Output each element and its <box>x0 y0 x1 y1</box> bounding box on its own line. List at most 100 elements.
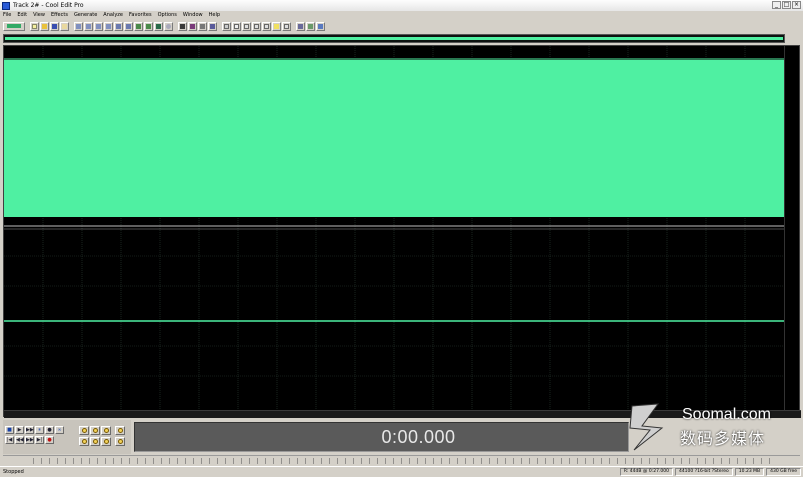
save-icon <box>52 23 57 29</box>
snap-button[interactable] <box>282 21 291 31</box>
watermark: Soomal.com 数码多媒体 <box>628 400 800 456</box>
menu-view[interactable]: View <box>33 12 45 18</box>
waveform-view-button[interactable] <box>178 21 187 31</box>
overview-range[interactable] <box>5 37 783 40</box>
copy-button[interactable] <box>84 21 93 31</box>
play-button[interactable]: ▶ <box>15 426 24 434</box>
new-file-button[interactable] <box>30 21 39 31</box>
zoom-selection-button[interactable] <box>101 437 111 446</box>
file-icon <box>62 23 67 29</box>
scrub-icon <box>254 23 259 29</box>
menu-edit[interactable]: Edit <box>17 12 27 18</box>
redo-button[interactable] <box>144 21 153 31</box>
menu-generate[interactable]: Generate <box>74 12 97 18</box>
menu-analyze[interactable]: Analyze <box>103 12 123 18</box>
marker-icon <box>264 23 269 29</box>
ibeam-icon <box>234 23 239 29</box>
time-display-panel: 0:00.000 <box>134 422 629 452</box>
cue-button[interactable] <box>272 21 281 31</box>
envelope-icon <box>298 23 303 29</box>
status-fields: R: 44dB @ 0:27.000 44100 ?16-bit ?Stereo… <box>619 468 801 476</box>
zoom-out-horizontal-button[interactable] <box>90 426 100 435</box>
fast-forward-button[interactable]: ▶▶ <box>25 436 34 444</box>
zoom-right-button[interactable] <box>115 437 125 446</box>
repeat-button[interactable] <box>154 21 163 31</box>
paste-button[interactable] <box>94 21 103 31</box>
save-file-button[interactable] <box>50 21 59 31</box>
play-to-end-button[interactable]: ▶▶ <box>25 426 34 434</box>
status-free-space: 430 GB free <box>766 468 801 476</box>
waveform-canvas[interactable] <box>4 46 786 410</box>
close-file-button[interactable] <box>60 21 69 31</box>
hybrid-tool-button[interactable] <box>222 21 231 31</box>
marker-button[interactable] <box>262 21 271 31</box>
snap-icon <box>284 23 289 29</box>
overview-bar[interactable] <box>3 34 785 43</box>
zoom-right-icon <box>118 439 123 444</box>
loop-button[interactable]: ∞ <box>55 426 64 434</box>
minimize-button[interactable]: _ <box>772 1 781 9</box>
level-meter-ticks <box>33 458 770 464</box>
zoom-in-horizontal-button[interactable] <box>79 426 89 435</box>
cursor-icon <box>224 23 229 29</box>
menu-bar: File Edit View Effects Generate Analyze … <box>0 11 803 19</box>
cd-icon <box>166 23 171 29</box>
window-controls: _ □ × <box>772 1 801 9</box>
zoom-in-vertical-icon <box>82 439 87 444</box>
zoom-out-vertical-button[interactable] <box>90 437 100 446</box>
spectral-icon <box>190 23 195 29</box>
open-file-button[interactable] <box>40 21 49 31</box>
cut-button[interactable] <box>74 21 83 31</box>
info-button[interactable] <box>208 21 217 31</box>
go-to-end-button[interactable]: ▶| <box>35 436 44 444</box>
zoom-out-vertical-icon <box>93 439 98 444</box>
status-format: 44100 ?16-bit ?Stereo <box>674 468 733 476</box>
menu-options[interactable]: Options <box>158 12 177 18</box>
help-button[interactable] <box>316 21 325 31</box>
spectral-view-button[interactable] <box>188 21 197 31</box>
zoom-in-icon <box>82 428 87 433</box>
waveform-display[interactable] <box>3 45 801 418</box>
cd-button[interactable] <box>164 21 173 31</box>
folder-icon <box>42 23 47 29</box>
settings-button[interactable] <box>198 21 207 31</box>
move-tool-button[interactable] <box>242 21 251 31</box>
undo-button[interactable] <box>134 21 143 31</box>
menu-file[interactable]: File <box>3 12 11 18</box>
zoom-in-vertical-button[interactable] <box>79 437 89 446</box>
menu-effects[interactable]: Effects <box>51 12 68 18</box>
status-cursor-level: R: 44dB @ 0:27.000 <box>619 468 673 476</box>
delete-button[interactable] <box>124 21 133 31</box>
maximize-button[interactable]: □ <box>782 1 791 9</box>
menu-help[interactable]: Help <box>209 12 220 18</box>
cut-icon <box>76 23 81 29</box>
close-button[interactable]: × <box>792 1 801 9</box>
trim-button[interactable] <box>114 21 123 31</box>
go-to-start-button[interactable]: |◀ <box>5 436 14 444</box>
menu-favorites[interactable]: Favorites <box>129 12 152 18</box>
zoom-full-icon <box>104 428 109 433</box>
stop-button[interactable]: ■ <box>5 426 14 434</box>
help-icon <box>318 23 323 29</box>
move-icon <box>244 23 249 29</box>
copy-icon <box>86 23 91 29</box>
redo-icon <box>146 23 151 29</box>
zoom-full-button[interactable] <box>101 426 111 435</box>
new-file-icon <box>32 23 37 29</box>
record-button[interactable]: ● <box>45 436 54 444</box>
menu-window[interactable]: Window <box>183 12 203 18</box>
time-select-button[interactable] <box>232 21 241 31</box>
status-text: Stopped <box>3 469 24 475</box>
mix-paste-button[interactable] <box>104 21 113 31</box>
stretch-button[interactable] <box>306 21 315 31</box>
envelope-button[interactable] <box>296 21 305 31</box>
cool-edit-window: Track 2# - Cool Edit Pro _ □ × File Edit… <box>0 0 803 477</box>
zoom-left-button[interactable] <box>115 426 125 435</box>
record-mode-button[interactable]: ● <box>45 426 54 434</box>
soomal-logo-icon <box>629 403 664 451</box>
repeat-icon <box>156 23 161 29</box>
rewind-button[interactable]: ◀◀ <box>15 436 24 444</box>
pause-button[interactable]: ⏸ <box>35 426 44 434</box>
scrub-tool-button[interactable] <box>252 21 261 31</box>
multitrack-toggle-button[interactable] <box>3 21 25 31</box>
